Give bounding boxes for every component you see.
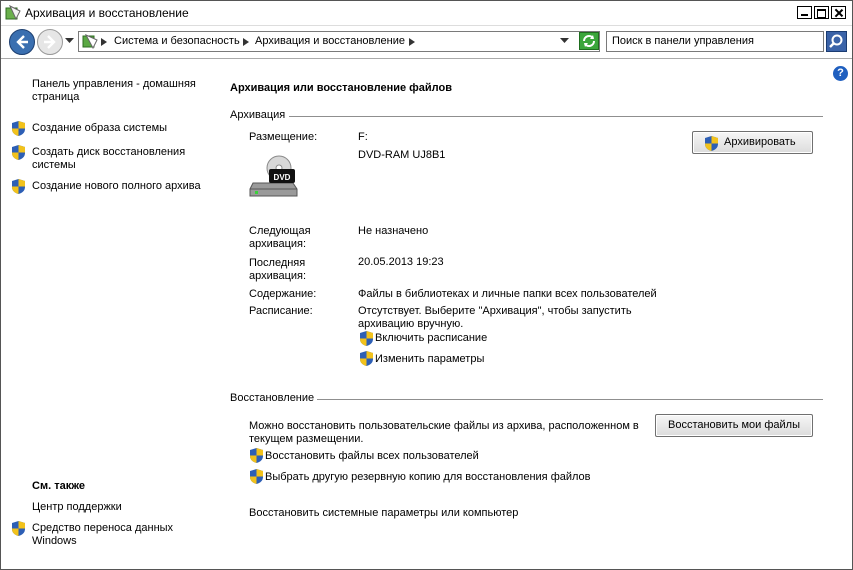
shield-icon [705,136,718,151]
window: Архивация и восстановление Система и без… [0,0,853,570]
address-history-dropdown[interactable] [560,38,569,44]
shield-icon [12,521,25,536]
location-device: DVD-RAM UJ8B1 [358,149,446,161]
refresh-button[interactable] [579,32,599,50]
control-panel-icon [82,34,98,49]
search-button[interactable] [826,31,847,52]
sidebar-item-create-system-image[interactable]: Создание образа системы [32,122,207,135]
shield-icon [250,469,263,484]
forward-button[interactable] [37,29,63,55]
address-bar[interactable]: Система и безопасность Архивация и восст… [78,31,600,52]
section-divider [289,116,823,117]
minimize-button[interactable] [797,6,812,19]
select-another-backup-link[interactable]: Выбрать другую резервную копию для восст… [265,471,591,483]
sidebar-item-create-recovery-disc[interactable]: Создать диск восстановления системы [32,146,207,172]
recent-pages-dropdown[interactable] [65,38,74,44]
last-backup-label: Последняя архивация: [249,257,307,282]
back-button[interactable] [9,29,35,55]
backup-app-icon [5,5,21,21]
see-also-action-center[interactable]: Центр поддержки [32,501,207,514]
next-backup-label: Следующая архивация: [249,225,311,250]
breadcrumb-separator-icon[interactable] [243,38,249,46]
control-panel-home-link[interactable]: Панель управления - домашняя страница [32,78,207,104]
schedule-label: Расписание: [249,305,313,317]
shield-icon [12,179,25,194]
recover-system-link[interactable]: Восстановить системные параметры или ком… [249,507,518,519]
backup-now-label: Архивировать [724,136,796,148]
breadcrumb-separator-icon[interactable] [409,38,415,46]
location-label: Размещение: [249,131,318,143]
help-icon[interactable]: ? [833,66,848,81]
see-also-heading: См. также [32,480,85,492]
restore-section-title: Восстановление [230,392,315,404]
next-backup-value: Не назначено [358,225,429,237]
search-input[interactable]: Поиск в панели управления [606,31,824,52]
section-divider [317,399,823,400]
last-backup-value: 20.05.2013 19:23 [358,256,444,268]
see-also-easy-transfer[interactable]: Средство переноса данных Windows [32,522,207,548]
arrow-left-icon [16,35,28,49]
restore-my-files-button[interactable]: Восстановить мои файлы [655,414,813,437]
shield-icon [360,331,373,346]
shield-icon [12,121,25,136]
breadcrumb-backup-restore[interactable]: Архивация и восстановление [255,35,405,47]
close-button[interactable] [831,6,846,19]
page-title: Архивация или восстановление файлов [230,82,452,94]
maximize-button[interactable] [814,6,829,19]
breadcrumb-separator-icon [101,38,107,46]
restore-description: Можно восстановить пользовательские файл… [249,420,639,445]
breadcrumb-system-security[interactable]: Система и безопасность [114,35,240,47]
refresh-icon [583,35,595,47]
restore-all-users-link[interactable]: Восстановить файлы всех пользователей [265,450,479,462]
shield-icon [12,145,25,160]
schedule-value: Отсутствует. Выберите "Архивация", чтобы… [358,305,632,330]
location-drive: F: [358,131,368,143]
window-title: Архивация и восстановление [25,6,189,20]
shield-icon [360,351,373,366]
dvd-drive-icon: DVD [249,155,298,197]
change-settings-link[interactable]: Изменить параметры [375,353,484,365]
svg-text:DVD: DVD [274,173,291,182]
backup-section-title: Архивация [230,109,286,121]
backup-now-button[interactable]: Архивировать [692,131,813,154]
sidebar-item-create-full-backup[interactable]: Создание нового полного архива [32,180,207,193]
navigation-bar: Система и безопасность Архивация и восст… [1,26,852,59]
enable-schedule-link[interactable]: Включить расписание [375,332,487,344]
search-icon [829,34,843,48]
shield-icon [250,448,263,463]
contents-label: Содержание: [249,288,317,300]
left-pane: Панель управления - домашняя страница Со… [1,59,209,569]
title-bar: Архивация и восстановление [1,1,852,26]
contents-value: Файлы в библиотеках и личные папки всех … [358,288,657,300]
arrow-right-icon [44,35,56,49]
